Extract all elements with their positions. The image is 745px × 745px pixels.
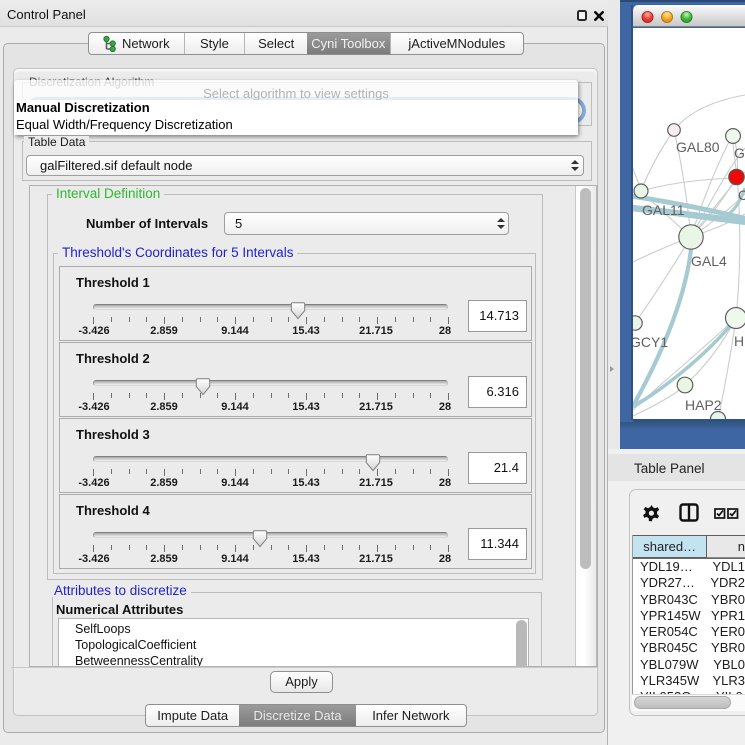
svg-text:GAL11: GAL11 (642, 202, 685, 218)
svg-text:GAL80: GAL80 (676, 139, 720, 155)
svg-text:H: H (734, 333, 744, 349)
svg-text:HAP2: HAP2 (685, 397, 722, 413)
svg-text:G.: G. (734, 145, 745, 161)
svg-text:GAL4: GAL4 (691, 253, 727, 269)
svg-text:C: C (738, 187, 745, 203)
svg-text:GCY1: GCY1 (633, 334, 668, 350)
